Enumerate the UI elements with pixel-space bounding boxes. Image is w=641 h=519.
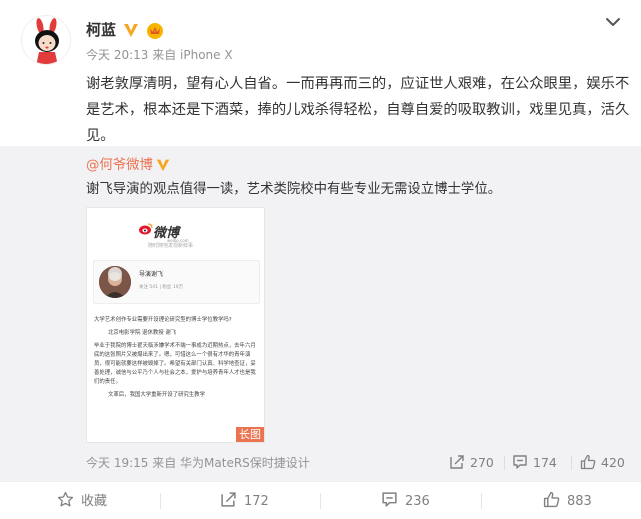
repost-like-button[interactable]: 420 — [580, 453, 625, 473]
comment-button[interactable]: 236 — [381, 491, 430, 511]
divider — [160, 493, 161, 509]
long-image-body: 大学艺术创作专业需要开设理论研究型的博士学位教学吗? 北京电影学院 退休教授 谢… — [94, 316, 260, 404]
weibo-post: 柯蓝 今天 20:13 来自 iPhone X 谢老敦厚清明，望有心人自省。一而… — [0, 0, 641, 519]
thumbs-up-icon — [543, 491, 560, 508]
body-paragraph: 毕业于我院的博士翟天临涉嫌学术不端一事成为近期热点，去年六月底的这张照片又被爆出… — [94, 343, 256, 385]
favorite-label: 收藏 — [81, 494, 108, 509]
chevron-down-icon[interactable] — [603, 14, 623, 30]
profile-name: 导演谢飞 — [139, 271, 164, 278]
forward-count: 172 — [244, 494, 269, 509]
star-icon — [57, 491, 74, 507]
weibo-logo-icon — [139, 223, 153, 235]
post-meta: 今天 20:13 来自 iPhone X — [86, 48, 233, 62]
thumbs-up-icon — [580, 454, 596, 470]
forward-button[interactable]: 172 — [220, 491, 269, 511]
body-tail: 文革后，我国大学重新开设了研究生教学 — [108, 392, 206, 398]
comment-icon — [513, 455, 527, 469]
divider — [504, 456, 505, 470]
repost-forward-button[interactable]: 270 — [449, 453, 494, 473]
profile-stats: 关注 541 | 粉丝 19万 — [139, 285, 184, 290]
repost-like-count: 420 — [601, 455, 625, 470]
comment-count: 236 — [405, 494, 430, 509]
like-count: 883 — [567, 494, 592, 509]
favorite-button[interactable]: 收藏 — [57, 491, 107, 511]
repost-comment-count: 174 — [533, 455, 557, 470]
repost-meta: 今天 19:15 来自 华为MateRS保时捷设计 — [86, 456, 310, 470]
divider — [571, 456, 572, 470]
repost-text: 谢飞导演的观点值得一读，艺术类院校中有些专业无需设立博士学位。 — [86, 182, 502, 197]
long-image[interactable]: 微博 weibo.com 随时随地发现新鲜事 导演谢飞 关注 541 | 粉丝 … — [86, 207, 265, 443]
forward-icon — [221, 492, 236, 507]
body-signature: 北京电影学院 退休教授 谢飞 — [108, 330, 177, 336]
body-title: 大学艺术创作专业需要开设理论研究型的博士学位教学吗? — [94, 317, 232, 323]
verified-icon — [124, 24, 138, 37]
long-image-tag: 长图 — [236, 427, 264, 442]
divider — [320, 493, 321, 509]
profile-avatar — [99, 266, 131, 298]
repost-comment-button[interactable]: 174 — [512, 453, 557, 473]
post-text: 谢老敦厚清明，望有心人自省。一而再再而三的，应证世人艰难，在公众眼里，娱乐不是艺… — [86, 76, 630, 144]
divider — [481, 493, 482, 509]
verified-icon — [156, 159, 170, 172]
author-name[interactable]: 柯蓝 — [86, 20, 116, 40]
vip-icon[interactable] — [145, 20, 165, 40]
avatar[interactable] — [21, 15, 71, 65]
forward-icon — [450, 455, 464, 469]
like-button[interactable]: 883 — [543, 491, 592, 511]
comment-icon — [382, 492, 397, 507]
repost-forward-count: 270 — [470, 455, 494, 470]
repost-author[interactable]: @何爷微博 — [86, 156, 153, 176]
weibo-slogan: 随时随地发现新鲜事 — [148, 243, 194, 249]
